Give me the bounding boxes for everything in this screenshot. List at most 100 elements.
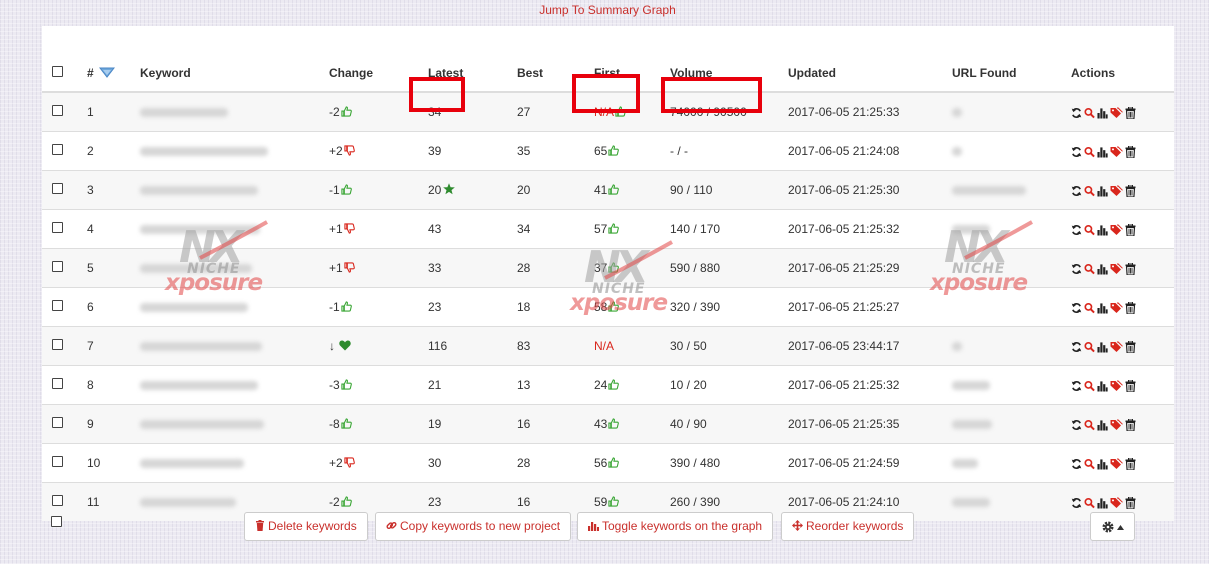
- tag-icon[interactable]: [1110, 107, 1123, 119]
- row-url-found[interactable]: [952, 365, 1071, 405]
- row-checkbox[interactable]: [52, 261, 63, 272]
- refresh-icon[interactable]: [1071, 185, 1082, 197]
- row-url-found[interactable]: [952, 482, 1071, 521]
- col-keyword[interactable]: Keyword: [140, 26, 329, 93]
- search-icon[interactable]: [1084, 458, 1095, 470]
- bar-chart-icon[interactable]: [1097, 107, 1108, 119]
- search-icon[interactable]: [1084, 419, 1095, 431]
- row-keyword[interactable]: [140, 326, 329, 366]
- col-num[interactable]: #: [87, 26, 140, 93]
- trash-icon[interactable]: [1125, 496, 1136, 509]
- trash-icon[interactable]: [1125, 301, 1136, 314]
- row-checkbox[interactable]: [52, 222, 63, 233]
- row-first: 56: [594, 443, 670, 483]
- bar-chart-icon[interactable]: [1097, 185, 1108, 197]
- select-all-bottom-checkbox[interactable]: [51, 516, 62, 527]
- row-keyword[interactable]: [140, 91, 329, 132]
- search-icon[interactable]: [1084, 146, 1095, 158]
- col-url-found[interactable]: URL Found: [952, 26, 1071, 93]
- row-checkbox[interactable]: [52, 339, 63, 350]
- row-checkbox[interactable]: [52, 417, 63, 428]
- tag-icon[interactable]: [1110, 380, 1123, 392]
- search-icon[interactable]: [1084, 185, 1095, 197]
- tag-icon[interactable]: [1110, 185, 1123, 197]
- tag-icon[interactable]: [1110, 146, 1123, 158]
- select-all-checkbox[interactable]: [52, 66, 63, 77]
- row-checkbox[interactable]: [52, 105, 63, 116]
- tag-icon[interactable]: [1110, 224, 1123, 236]
- tag-icon[interactable]: [1110, 419, 1123, 431]
- search-icon[interactable]: [1084, 302, 1095, 314]
- bar-chart-icon[interactable]: [1097, 419, 1108, 431]
- bar-chart-icon[interactable]: [1097, 224, 1108, 236]
- bar-chart-icon[interactable]: [1097, 380, 1108, 392]
- jump-to-summary-graph-link[interactable]: Jump To Summary Graph: [0, 3, 1209, 17]
- reorder-keywords-button[interactable]: Reorder keywords: [781, 512, 915, 541]
- search-icon[interactable]: [1084, 341, 1095, 353]
- trash-icon[interactable]: [1125, 145, 1136, 158]
- refresh-icon[interactable]: [1071, 458, 1082, 470]
- row-checkbox[interactable]: [52, 456, 63, 467]
- row-keyword[interactable]: [140, 131, 329, 171]
- tag-icon[interactable]: [1110, 302, 1123, 314]
- bar-chart-icon[interactable]: [1097, 263, 1108, 275]
- refresh-icon[interactable]: [1071, 146, 1082, 158]
- bar-chart-icon[interactable]: [1097, 458, 1108, 470]
- refresh-icon[interactable]: [1071, 380, 1082, 392]
- row-keyword[interactable]: [140, 443, 329, 483]
- bar-chart-icon[interactable]: [1097, 302, 1108, 314]
- search-icon[interactable]: [1084, 497, 1095, 509]
- row-keyword[interactable]: [140, 404, 329, 444]
- row-checkbox[interactable]: [52, 183, 63, 194]
- bar-chart-icon[interactable]: [1097, 341, 1108, 353]
- refresh-icon[interactable]: [1071, 497, 1082, 509]
- search-icon[interactable]: [1084, 380, 1095, 392]
- trash-icon[interactable]: [1125, 340, 1136, 353]
- refresh-icon[interactable]: [1071, 302, 1082, 314]
- tag-icon[interactable]: [1110, 458, 1123, 470]
- refresh-icon[interactable]: [1071, 341, 1082, 353]
- trash-icon[interactable]: [1125, 262, 1136, 275]
- row-url-found[interactable]: [952, 443, 1071, 483]
- row-volume: 320 / 390: [670, 287, 788, 327]
- row-checkbox[interactable]: [52, 144, 63, 155]
- trash-icon[interactable]: [1125, 106, 1136, 119]
- trash-icon[interactable]: [1125, 184, 1136, 197]
- copy-keywords-button[interactable]: Copy keywords to new project: [375, 512, 572, 541]
- bar-chart-icon[interactable]: [1097, 497, 1108, 509]
- col-updated[interactable]: Updated: [788, 26, 952, 93]
- row-checkbox[interactable]: [52, 495, 63, 506]
- refresh-icon[interactable]: [1071, 419, 1082, 431]
- row-url-found[interactable]: [952, 404, 1071, 444]
- settings-dropdown-button[interactable]: [1090, 512, 1135, 541]
- trash-icon[interactable]: [1125, 379, 1136, 392]
- row-latest: 21: [428, 365, 517, 405]
- gear-icon: [1102, 521, 1114, 533]
- row-actions: [1071, 144, 1138, 158]
- row-url-found[interactable]: [952, 91, 1071, 132]
- trash-icon[interactable]: [1125, 418, 1136, 431]
- tag-icon[interactable]: [1110, 263, 1123, 275]
- row-checkbox[interactable]: [52, 378, 63, 389]
- sort-down-icon[interactable]: [99, 67, 116, 78]
- refresh-icon[interactable]: [1071, 224, 1082, 236]
- search-icon[interactable]: [1084, 107, 1095, 119]
- watermark-logo: NX NICHE xposure: [165, 220, 275, 300]
- row-url-found[interactable]: [952, 326, 1071, 366]
- search-icon[interactable]: [1084, 224, 1095, 236]
- row-url-found[interactable]: [952, 170, 1071, 210]
- row-keyword[interactable]: [140, 170, 329, 210]
- bar-chart-icon[interactable]: [1097, 146, 1108, 158]
- refresh-icon[interactable]: [1071, 263, 1082, 275]
- tag-icon[interactable]: [1110, 341, 1123, 353]
- toggle-graph-button[interactable]: Toggle keywords on the graph: [577, 512, 774, 541]
- trash-icon[interactable]: [1125, 223, 1136, 236]
- tag-icon[interactable]: [1110, 497, 1123, 509]
- row-checkbox[interactable]: [52, 300, 63, 311]
- row-url-found[interactable]: [952, 131, 1071, 171]
- refresh-icon[interactable]: [1071, 107, 1082, 119]
- search-icon[interactable]: [1084, 263, 1095, 275]
- delete-keywords-button[interactable]: Delete keywords: [244, 512, 368, 541]
- row-keyword[interactable]: [140, 365, 329, 405]
- trash-icon[interactable]: [1125, 457, 1136, 470]
